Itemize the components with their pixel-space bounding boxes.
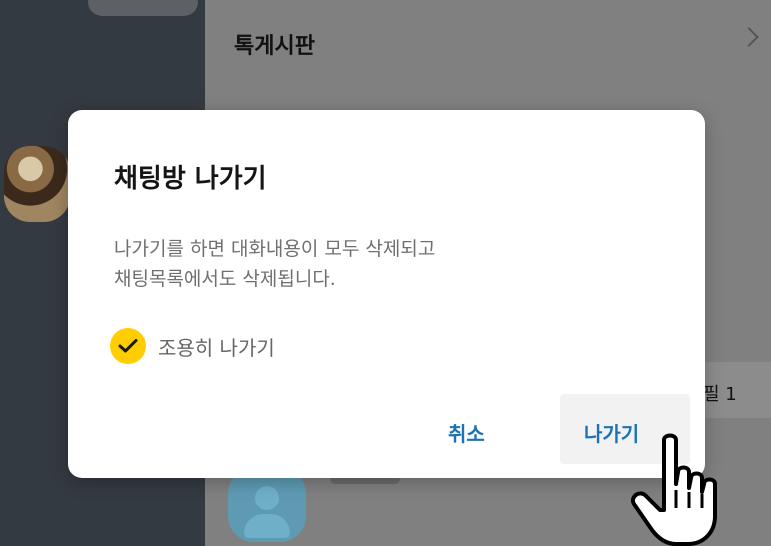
profile-head-icon bbox=[255, 486, 279, 510]
dialog-message: 나가기를 하면 대화내용이 모두 삭제되고 채팅목록에서도 삭제됩니다. bbox=[114, 234, 435, 294]
default-profile-avatar bbox=[228, 468, 306, 542]
profile-body-icon bbox=[244, 514, 290, 538]
leave-chatroom-dialog: 채팅방 나가기 나가기를 하면 대화내용이 모두 삭제되고 채팅목록에서도 삭제… bbox=[68, 110, 705, 478]
dialog-title: 채팅방 나가기 bbox=[114, 164, 267, 194]
open-chat-board-title: 톡게시판 bbox=[234, 34, 315, 59]
dialog-message-line: 나가기를 하면 대화내용이 모두 삭제되고 bbox=[114, 238, 436, 260]
checkmark-icon bbox=[110, 328, 146, 364]
dialog-message-line: 채팅목록에서도 삭제됩니다. bbox=[114, 268, 336, 290]
cancel-button[interactable]: 취소 bbox=[448, 418, 485, 447]
background-card-text: 필 1 bbox=[703, 384, 737, 405]
search-bar bbox=[88, 0, 198, 16]
hand-pointer-icon bbox=[631, 433, 717, 546]
chat-avatar bbox=[4, 146, 70, 222]
quiet-leave-label: 조용히 나가기 bbox=[158, 335, 275, 360]
quiet-leave-checkbox[interactable]: 조용히 나가기 bbox=[110, 326, 275, 366]
